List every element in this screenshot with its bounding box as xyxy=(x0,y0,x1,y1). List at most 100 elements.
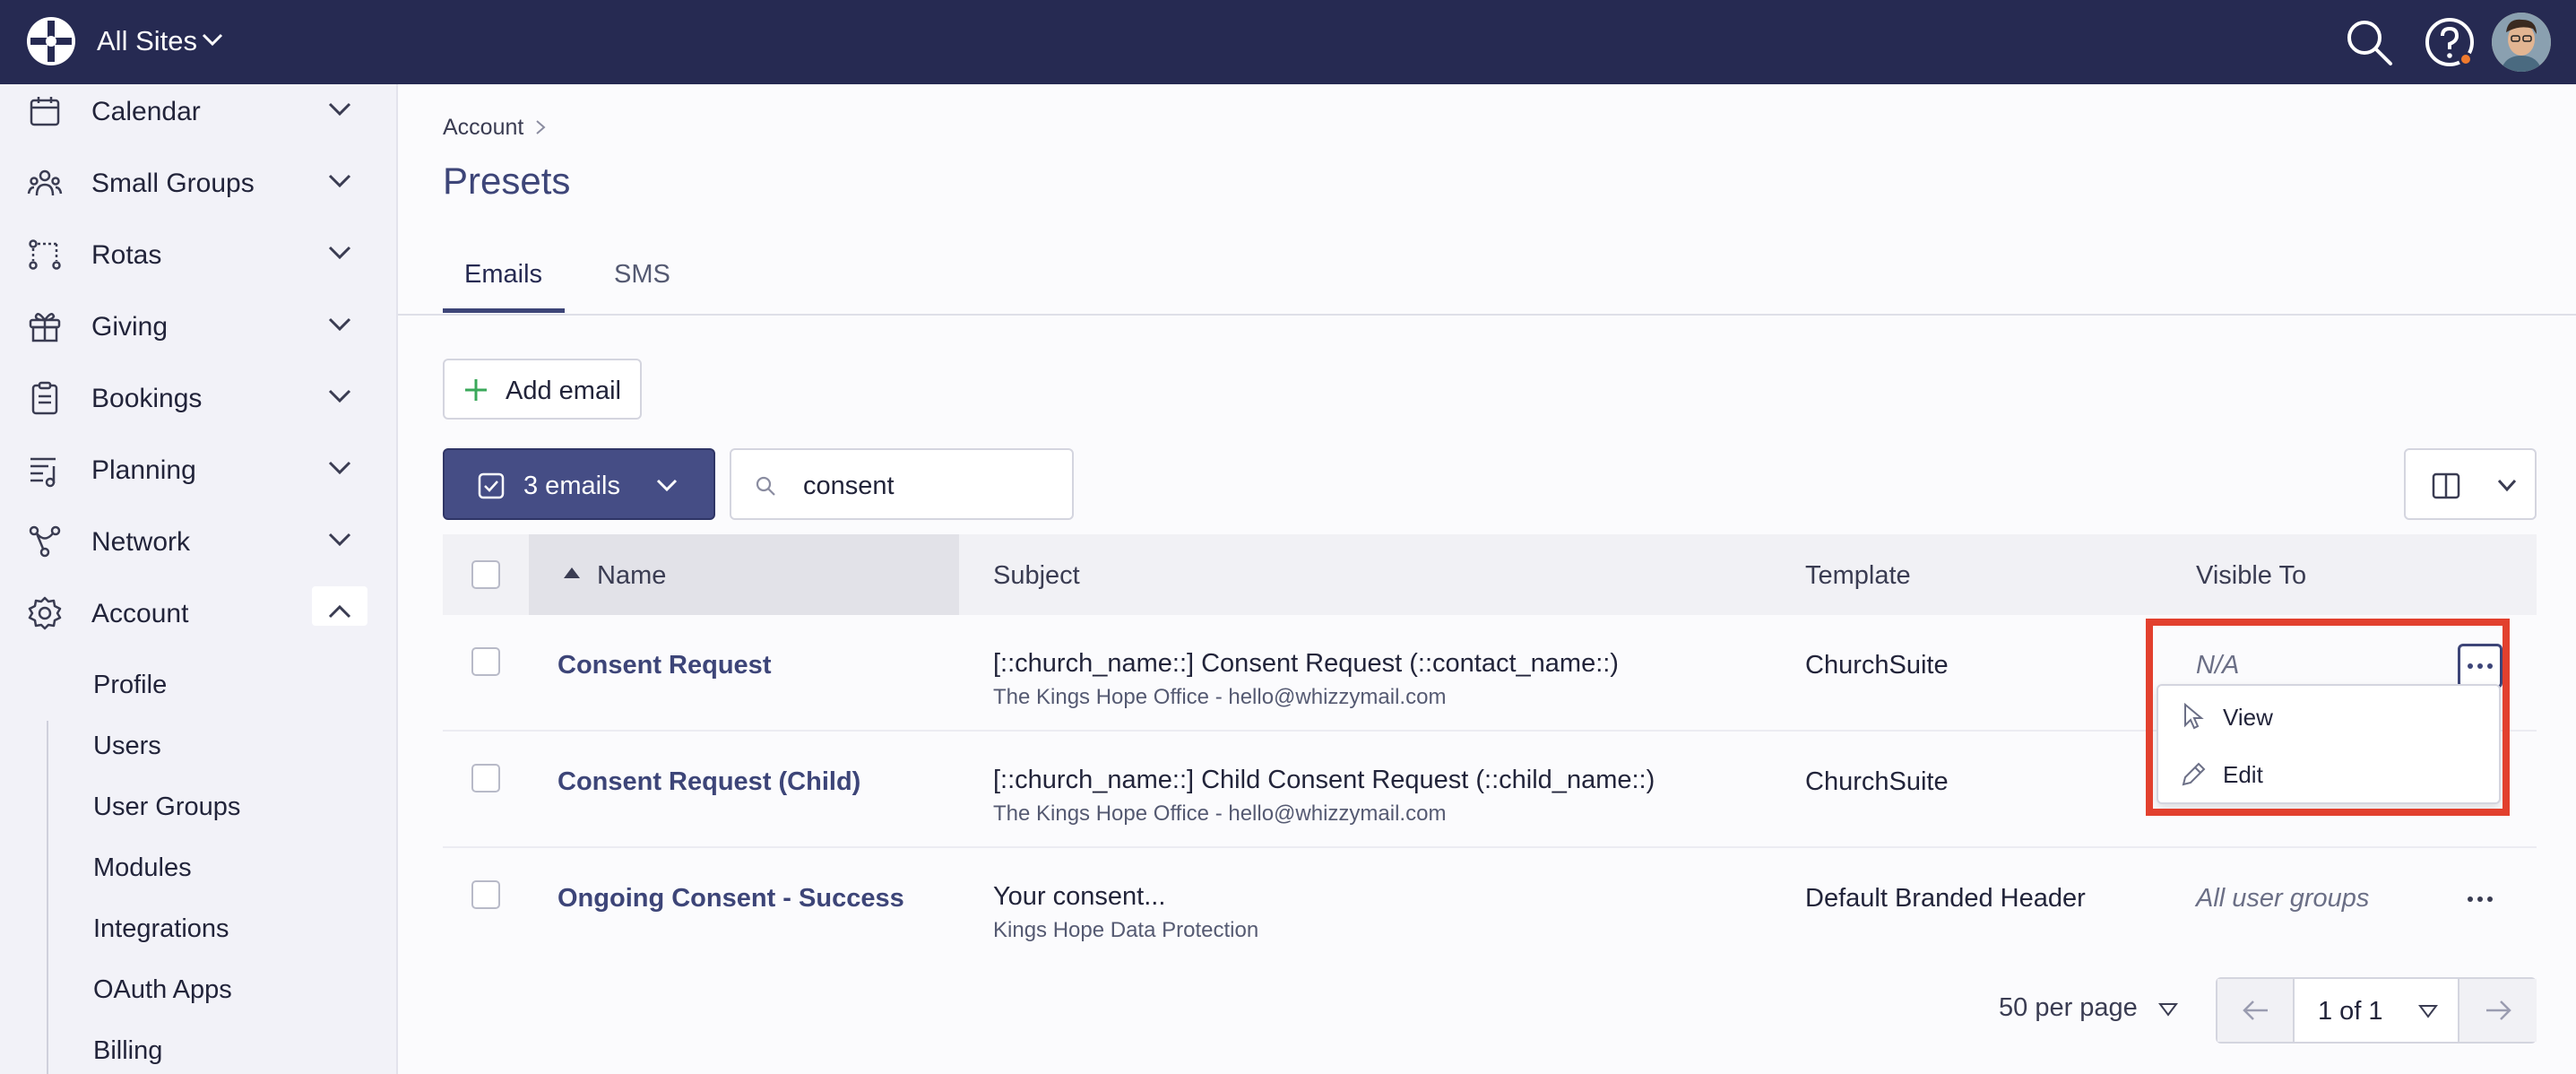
chevron-down-icon[interactable] xyxy=(326,100,353,118)
row-subject: Your consent... xyxy=(993,882,1166,911)
sidebar-item-label: Calendar xyxy=(91,97,201,126)
gift-icon xyxy=(29,313,61,342)
sidebar-item-label: Giving xyxy=(91,312,169,342)
chevron-down-icon[interactable] xyxy=(326,531,353,549)
active-tab-indicator xyxy=(443,308,565,313)
calendar-icon xyxy=(30,97,60,126)
chevron-down-icon[interactable] xyxy=(326,172,353,190)
clipboard-icon xyxy=(31,381,58,415)
sidebar-subitem-billing[interactable]: Billing xyxy=(93,1036,162,1066)
sidebar-subitem-profile[interactable]: Profile xyxy=(93,671,167,700)
row-subject: [::church_name::] Child Consent Request … xyxy=(993,766,1655,794)
sidebar-item-planning[interactable]: Planning xyxy=(0,430,398,502)
avatar[interactable] xyxy=(2492,13,2551,72)
caret-down-icon[interactable] xyxy=(2158,1002,2178,1017)
sidebar-item-small-groups[interactable]: Small Groups xyxy=(0,143,398,215)
annotation-highlight-box xyxy=(2146,619,2510,816)
sidebar-item-rotas[interactable]: Rotas xyxy=(0,215,398,287)
row-sender: The Kings Hope Office - hello@whizzymail… xyxy=(993,801,1447,826)
sort-asc-icon[interactable] xyxy=(563,567,581,579)
row-name-link[interactable]: Consent Request xyxy=(558,651,771,680)
chevron-down-icon[interactable] xyxy=(326,316,353,333)
pagination: 1 of 1 xyxy=(2216,977,2537,1044)
per-page-select[interactable]: 50 per page xyxy=(1999,993,2138,1023)
page-indicator[interactable]: 1 of 1 xyxy=(2318,997,2383,1026)
more-icon xyxy=(2468,896,2493,902)
next-page-button[interactable] xyxy=(2458,979,2537,1042)
sidebar-subitem-integrations[interactable]: Integrations xyxy=(93,914,229,944)
row-subject: [::church_name::] Consent Request (::con… xyxy=(993,649,1619,678)
arrow-right-icon xyxy=(2486,1000,2511,1020)
tab-emails[interactable]: Emails xyxy=(464,260,542,290)
sidebar-item-label: Account xyxy=(91,599,189,628)
column-toggle-button[interactable] xyxy=(2404,448,2537,520)
divider xyxy=(398,314,2576,316)
sidebar-item-calendar[interactable]: Calendar xyxy=(0,72,398,143)
row-template: Default Branded Header xyxy=(1805,884,2086,913)
sidebar-item-label: Small Groups xyxy=(91,169,255,198)
plus-icon xyxy=(465,379,487,401)
people-icon xyxy=(27,169,63,196)
search-field[interactable] xyxy=(730,448,1074,520)
table-header: Name Subject Template Visible To xyxy=(443,534,2537,615)
row-sender: Kings Hope Data Protection xyxy=(993,918,1259,942)
planning-icon xyxy=(30,457,56,488)
submenu-rail xyxy=(47,721,48,1074)
selection-count: 3 emails xyxy=(523,472,620,500)
header-template[interactable]: Template xyxy=(1805,561,1911,591)
sidebar-subitem-user-groups[interactable]: User Groups xyxy=(93,793,240,822)
table-row[interactable]: Ongoing Consent - Success Your consent..… xyxy=(443,848,2537,965)
chevron-down-icon xyxy=(2497,479,2517,492)
selection-actions-button[interactable]: 3 emails xyxy=(443,448,715,520)
chevron-right-icon xyxy=(536,120,546,134)
checkbox-checked-icon xyxy=(478,472,505,499)
caret-down-icon[interactable] xyxy=(2418,1004,2438,1018)
logo-icon[interactable] xyxy=(25,15,77,67)
chevron-down-icon xyxy=(656,479,678,492)
search-input[interactable] xyxy=(803,470,1063,502)
columns-icon xyxy=(2432,472,2460,499)
row-checkbox[interactable] xyxy=(471,647,500,676)
row-checkbox[interactable] xyxy=(471,880,500,909)
chevron-up-icon[interactable] xyxy=(326,602,353,620)
chevron-down-icon[interactable] xyxy=(326,459,353,477)
select-all-checkbox[interactable] xyxy=(471,560,500,589)
row-name-link[interactable]: Consent Request (Child) xyxy=(558,767,860,797)
sidebar-subitem-oauth-apps[interactable]: OAuth Apps xyxy=(93,975,232,1005)
sidebar: Calendar Small Groups Rotas Giving Booki… xyxy=(0,84,398,1074)
page-title: Presets xyxy=(443,160,571,202)
header-subject[interactable]: Subject xyxy=(993,561,1080,591)
sidebar-subitem-modules[interactable]: Modules xyxy=(93,853,192,883)
row-checkbox[interactable] xyxy=(471,764,500,793)
tab-sms[interactable]: SMS xyxy=(614,260,670,290)
gear-icon xyxy=(28,596,62,630)
sidebar-item-label: Network xyxy=(91,527,191,557)
site-selector-label[interactable]: All Sites xyxy=(97,25,197,57)
chevron-down-icon[interactable] xyxy=(201,30,224,48)
row-visible-to: All user groups xyxy=(2196,884,2370,913)
chevron-down-icon[interactable] xyxy=(326,387,353,405)
network-icon xyxy=(29,525,61,558)
add-email-button[interactable]: Add email xyxy=(443,359,642,420)
search-icon[interactable] xyxy=(2343,16,2395,68)
prev-page-button[interactable] xyxy=(2217,979,2295,1042)
sidebar-item-bookings[interactable]: Bookings xyxy=(0,359,398,430)
row-name-link[interactable]: Ongoing Consent - Success xyxy=(558,884,904,914)
header-visible-to[interactable]: Visible To xyxy=(2196,561,2306,591)
notification-dot xyxy=(2459,52,2473,66)
row-template: ChurchSuite xyxy=(1805,767,1949,796)
row-actions-button[interactable] xyxy=(2458,877,2503,922)
breadcrumb[interactable]: Account xyxy=(443,115,523,141)
row-sender: The Kings Hope Office - hello@whizzymail… xyxy=(993,685,1447,709)
chevron-down-icon[interactable] xyxy=(326,244,353,262)
sidebar-item-label: Planning xyxy=(91,455,196,485)
sidebar-item-label: Bookings xyxy=(91,384,203,413)
sidebar-subitem-users[interactable]: Users xyxy=(93,732,161,761)
sorted-column-bg xyxy=(529,534,959,615)
header-name[interactable]: Name xyxy=(597,561,666,591)
sidebar-item-giving[interactable]: Giving xyxy=(0,287,398,359)
row-template: ChurchSuite xyxy=(1805,651,1949,680)
sidebar-item-account[interactable]: Account xyxy=(0,574,398,645)
arrow-left-icon xyxy=(2243,1000,2268,1020)
sidebar-item-network[interactable]: Network xyxy=(0,502,398,574)
